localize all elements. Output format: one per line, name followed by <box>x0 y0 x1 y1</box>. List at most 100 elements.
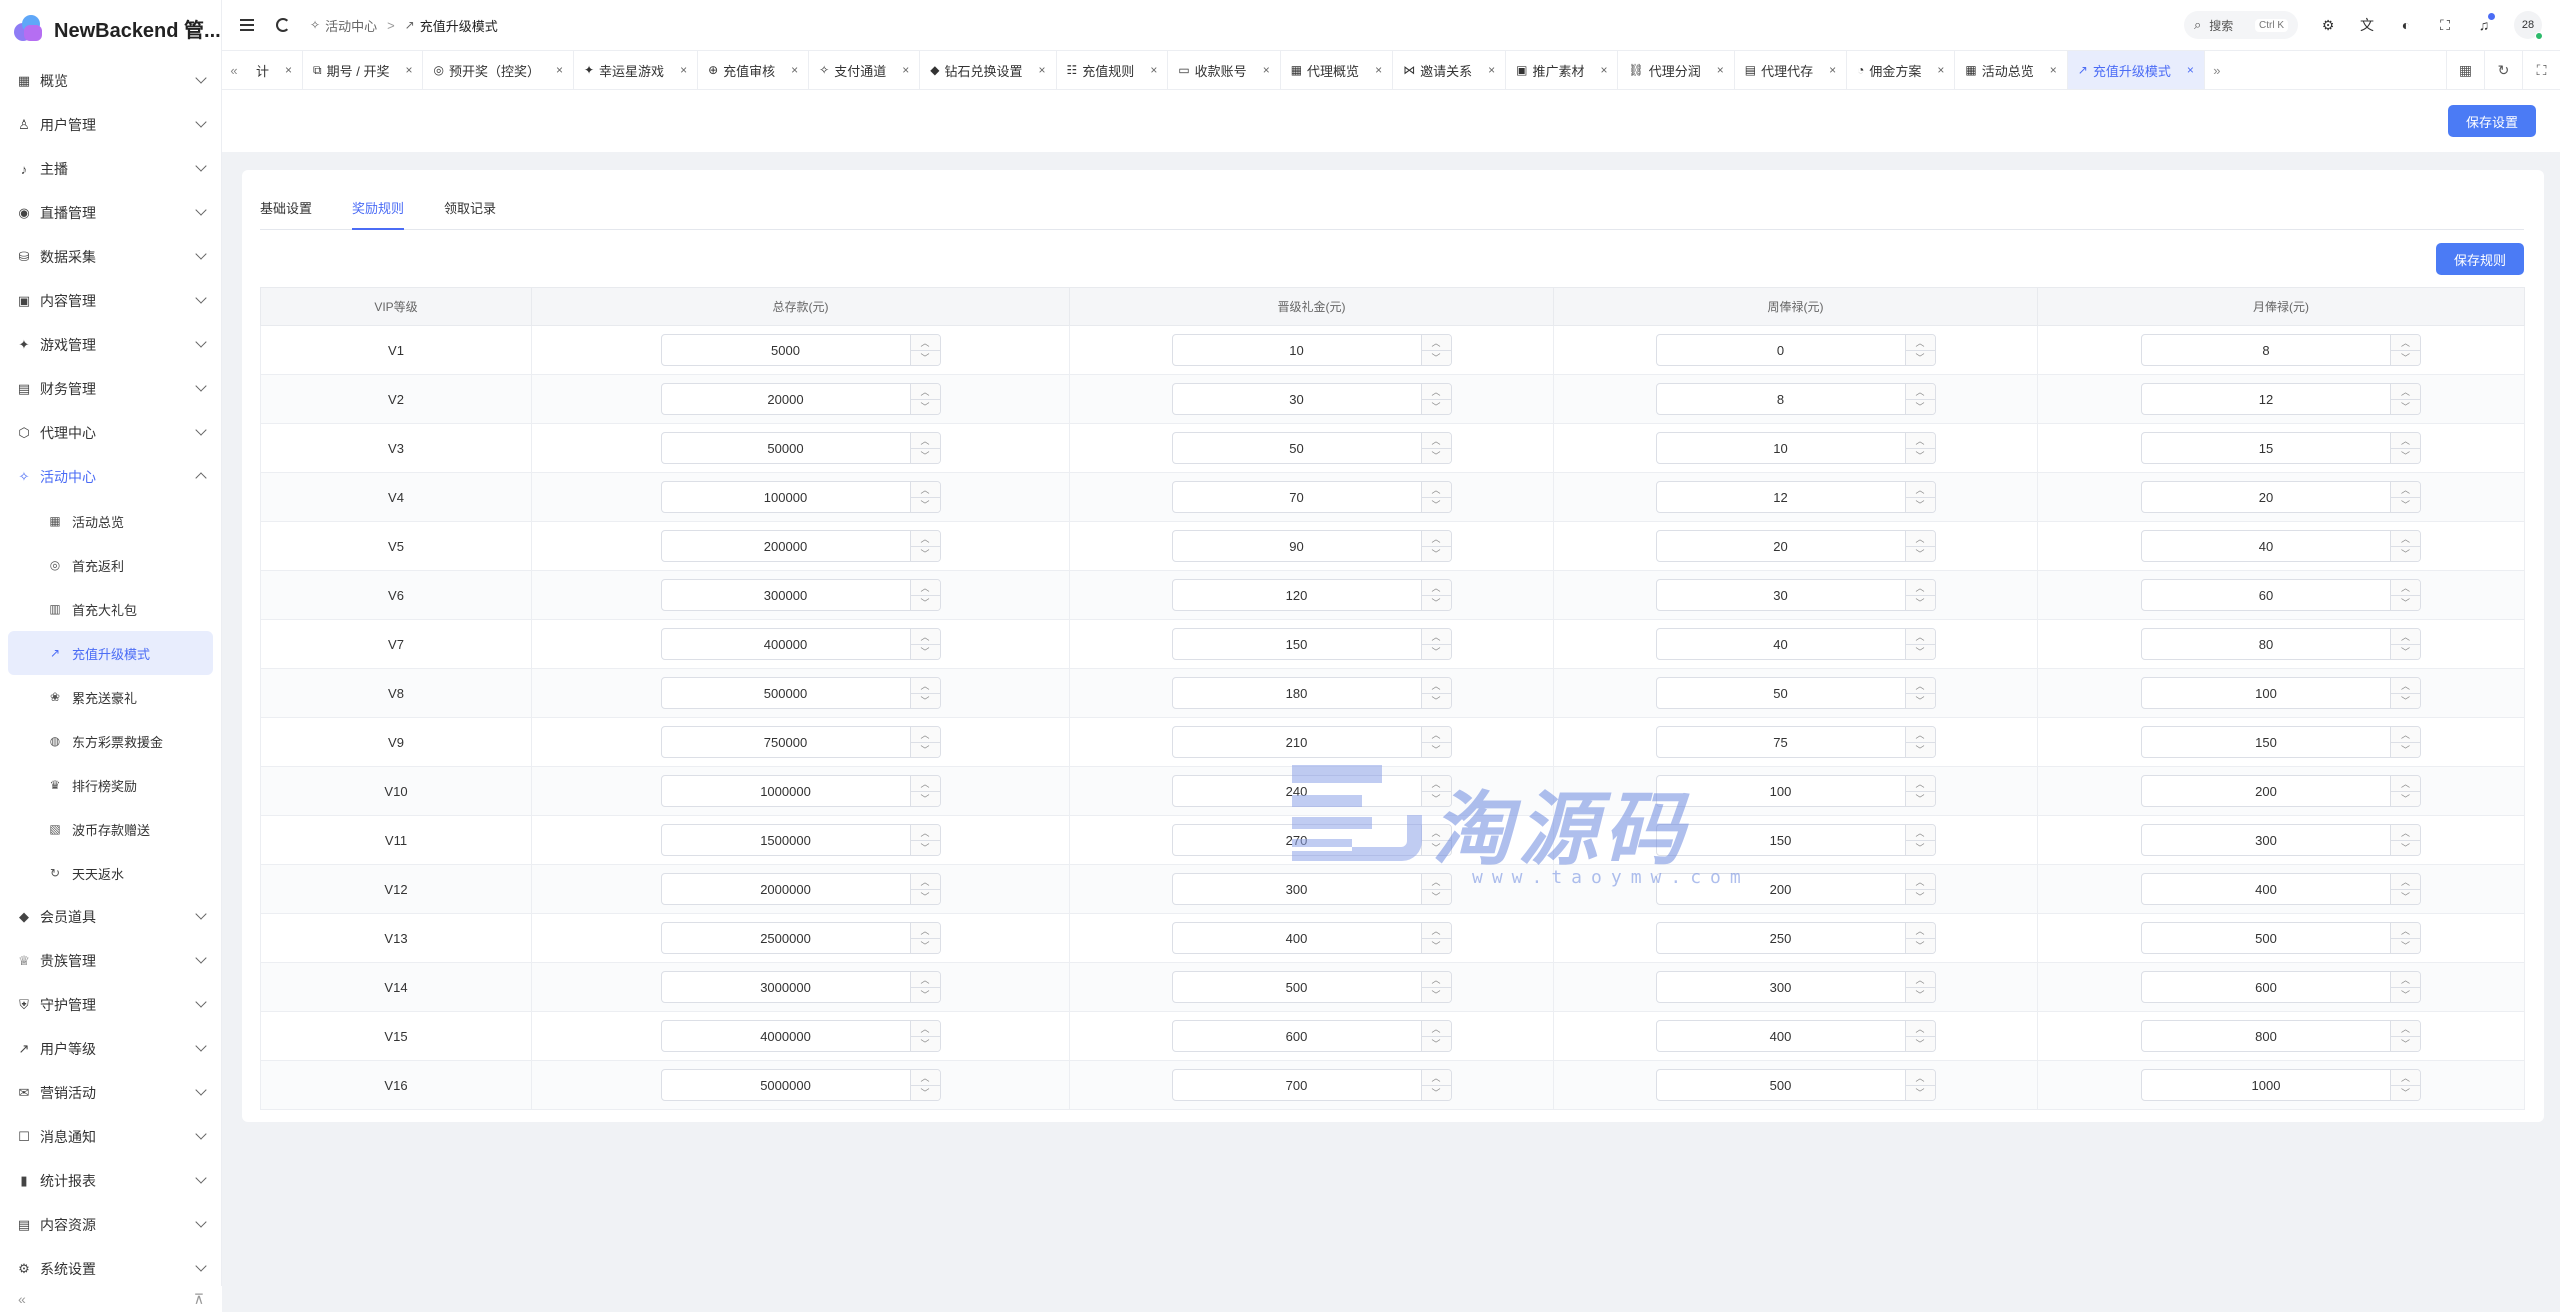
input-value[interactable]: 300 <box>1657 972 1905 1002</box>
decrement-icon[interactable]: ﹀ <box>1421 644 1451 659</box>
decrement-icon[interactable]: ﹀ <box>1905 1036 1935 1051</box>
weekly-salary-input[interactable]: 0 ︿ ﹀ <box>1655 334 1936 366</box>
total-deposit-input[interactable]: 3000000 ︿ ﹀ <box>660 971 941 1003</box>
tab-refresh-icon[interactable]: ↻ <box>2484 51 2522 89</box>
sidebar-item[interactable]: ↗ 用户等级 <box>0 1027 221 1071</box>
input-value[interactable]: 240 <box>1173 776 1421 806</box>
decrement-icon[interactable]: ﹀ <box>1421 497 1451 512</box>
monthly-salary-input[interactable]: 500 ︿ ﹀ <box>2141 922 2421 954</box>
increment-icon[interactable]: ︿ <box>2391 972 2420 988</box>
decrement-icon[interactable]: ﹀ <box>1421 595 1451 610</box>
sidebar-item[interactable]: ▤ 内容资源 <box>0 1203 221 1247</box>
increment-icon[interactable]: ︿ <box>1421 678 1451 694</box>
increment-icon[interactable]: ︿ <box>910 433 940 449</box>
input-value[interactable]: 400000 <box>662 629 910 659</box>
tab-item[interactable]: ⋈ 邀请关系 × <box>1393 51 1507 89</box>
increment-icon[interactable]: ︿ <box>2391 1021 2420 1037</box>
total-deposit-input[interactable]: 400000 ︿ ﹀ <box>660 628 941 660</box>
promotion-bonus-input[interactable]: 400 ︿ ﹀ <box>1171 922 1452 954</box>
input-value[interactable]: 40 <box>2142 531 2390 561</box>
increment-icon[interactable]: ︿ <box>1421 923 1451 939</box>
input-value[interactable]: 80 <box>2142 629 2390 659</box>
total-deposit-input[interactable]: 5000000 ︿ ﹀ <box>660 1069 941 1101</box>
weekly-salary-input[interactable]: 300 ︿ ﹀ <box>1655 971 1936 1003</box>
input-value[interactable]: 5000000 <box>662 1070 910 1100</box>
input-value[interactable]: 100 <box>2142 678 2390 708</box>
increment-icon[interactable]: ︿ <box>910 335 940 351</box>
close-icon[interactable]: × <box>680 63 687 77</box>
input-value[interactable]: 20 <box>1657 531 1905 561</box>
weekly-salary-input[interactable]: 10 ︿ ﹀ <box>1655 432 1936 464</box>
sidebar-item[interactable]: ♕ 贵族管理 <box>0 939 221 983</box>
sidebar-item[interactable]: ⛁ 数据采集 <box>0 235 221 279</box>
sidebar-item[interactable]: ♙ 用户管理 <box>0 103 221 147</box>
increment-icon[interactable]: ︿ <box>1421 433 1451 449</box>
decrement-icon[interactable]: ﹀ <box>1905 497 1935 512</box>
decrement-icon[interactable]: ﹀ <box>1905 399 1935 414</box>
decrement-icon[interactable]: ﹀ <box>2391 791 2420 806</box>
increment-icon[interactable]: ︿ <box>2391 923 2420 939</box>
tab-item[interactable]: ⧉ 期号 / 开奖 × <box>303 51 424 89</box>
decrement-icon[interactable]: ﹀ <box>910 1036 940 1051</box>
decrement-icon[interactable]: ﹀ <box>910 448 940 463</box>
tab-item[interactable]: ◎ 预开奖（控奖） × <box>423 51 574 89</box>
increment-icon[interactable]: ︿ <box>2391 433 2420 449</box>
input-value[interactable]: 200 <box>1657 874 1905 904</box>
decrement-icon[interactable]: ﹀ <box>2391 693 2420 708</box>
input-value[interactable]: 180 <box>1173 678 1421 708</box>
decrement-icon[interactable]: ﹀ <box>910 987 940 1002</box>
sidebar-item[interactable]: ◆ 会员道具 <box>0 895 221 939</box>
monthly-salary-input[interactable]: 300 ︿ ﹀ <box>2141 824 2421 856</box>
tab-claim-records[interactable]: 领取记录 <box>444 198 496 230</box>
decrement-icon[interactable]: ﹀ <box>910 497 940 512</box>
input-value[interactable]: 2500000 <box>662 923 910 953</box>
increment-icon[interactable]: ︿ <box>2391 1070 2420 1086</box>
sidebar-item[interactable]: ▦ 概览 <box>0 59 221 103</box>
monthly-salary-input[interactable]: 800 ︿ ﹀ <box>2141 1020 2421 1052</box>
decrement-icon[interactable]: ﹀ <box>2391 889 2420 904</box>
increment-icon[interactable]: ︿ <box>2391 825 2420 841</box>
decrement-icon[interactable]: ﹀ <box>2391 546 2420 561</box>
close-icon[interactable]: × <box>1717 63 1724 77</box>
decrement-icon[interactable]: ﹀ <box>910 644 940 659</box>
input-value[interactable]: 100000 <box>662 482 910 512</box>
increment-icon[interactable]: ︿ <box>910 923 940 939</box>
input-value[interactable]: 10 <box>1173 335 1421 365</box>
close-icon[interactable]: × <box>285 63 292 77</box>
sidebar-subitem[interactable]: ↗ 充值升级模式 <box>8 631 213 675</box>
increment-icon[interactable]: ︿ <box>1905 776 1935 792</box>
input-value[interactable]: 1000 <box>2142 1070 2390 1100</box>
increment-icon[interactable]: ︿ <box>1421 384 1451 400</box>
tabs-menu-icon[interactable]: ▦ <box>2446 51 2484 89</box>
promotion-bonus-input[interactable]: 70 ︿ ﹀ <box>1171 481 1452 513</box>
decrement-icon[interactable]: ﹀ <box>2391 399 2420 414</box>
increment-icon[interactable]: ︿ <box>1905 384 1935 400</box>
total-deposit-input[interactable]: 300000 ︿ ﹀ <box>660 579 941 611</box>
input-value[interactable]: 210 <box>1173 727 1421 757</box>
weekly-salary-input[interactable]: 150 ︿ ﹀ <box>1655 824 1936 856</box>
decrement-icon[interactable]: ﹀ <box>2391 987 2420 1002</box>
input-value[interactable]: 200 <box>2142 776 2390 806</box>
close-icon[interactable]: × <box>1375 63 1382 77</box>
tab-item[interactable]: ◔ 佣金方案 × <box>1847 51 1956 89</box>
increment-icon[interactable]: ︿ <box>1905 580 1935 596</box>
sidebar-item[interactable]: ✉ 营销活动 <box>0 1071 221 1115</box>
sidebar-subitem[interactable]: ▦ 活动总览 <box>8 499 213 543</box>
breadcrumb-item[interactable]: 活动中心 <box>325 16 377 35</box>
weekly-salary-input[interactable]: 500 ︿ ﹀ <box>1655 1069 1936 1101</box>
input-value[interactable]: 5000 <box>662 335 910 365</box>
input-value[interactable]: 200000 <box>662 531 910 561</box>
decrement-icon[interactable]: ﹀ <box>2391 938 2420 953</box>
tab-item[interactable]: ◆ 钻石兑换设置 × <box>920 51 1057 89</box>
decrement-icon[interactable]: ﹀ <box>1421 693 1451 708</box>
sidebar-subitem[interactable]: ▥ 首充大礼包 <box>8 587 213 631</box>
close-icon[interactable]: × <box>405 63 412 77</box>
translate-icon[interactable]: 文 <box>2358 16 2376 34</box>
weekly-salary-input[interactable]: 200 ︿ ﹀ <box>1655 873 1936 905</box>
decrement-icon[interactable]: ﹀ <box>1421 546 1451 561</box>
increment-icon[interactable]: ︿ <box>1421 482 1451 498</box>
decrement-icon[interactable]: ﹀ <box>910 840 940 855</box>
monthly-salary-input[interactable]: 1000 ︿ ﹀ <box>2141 1069 2421 1101</box>
input-value[interactable]: 3000000 <box>662 972 910 1002</box>
increment-icon[interactable]: ︿ <box>1421 580 1451 596</box>
